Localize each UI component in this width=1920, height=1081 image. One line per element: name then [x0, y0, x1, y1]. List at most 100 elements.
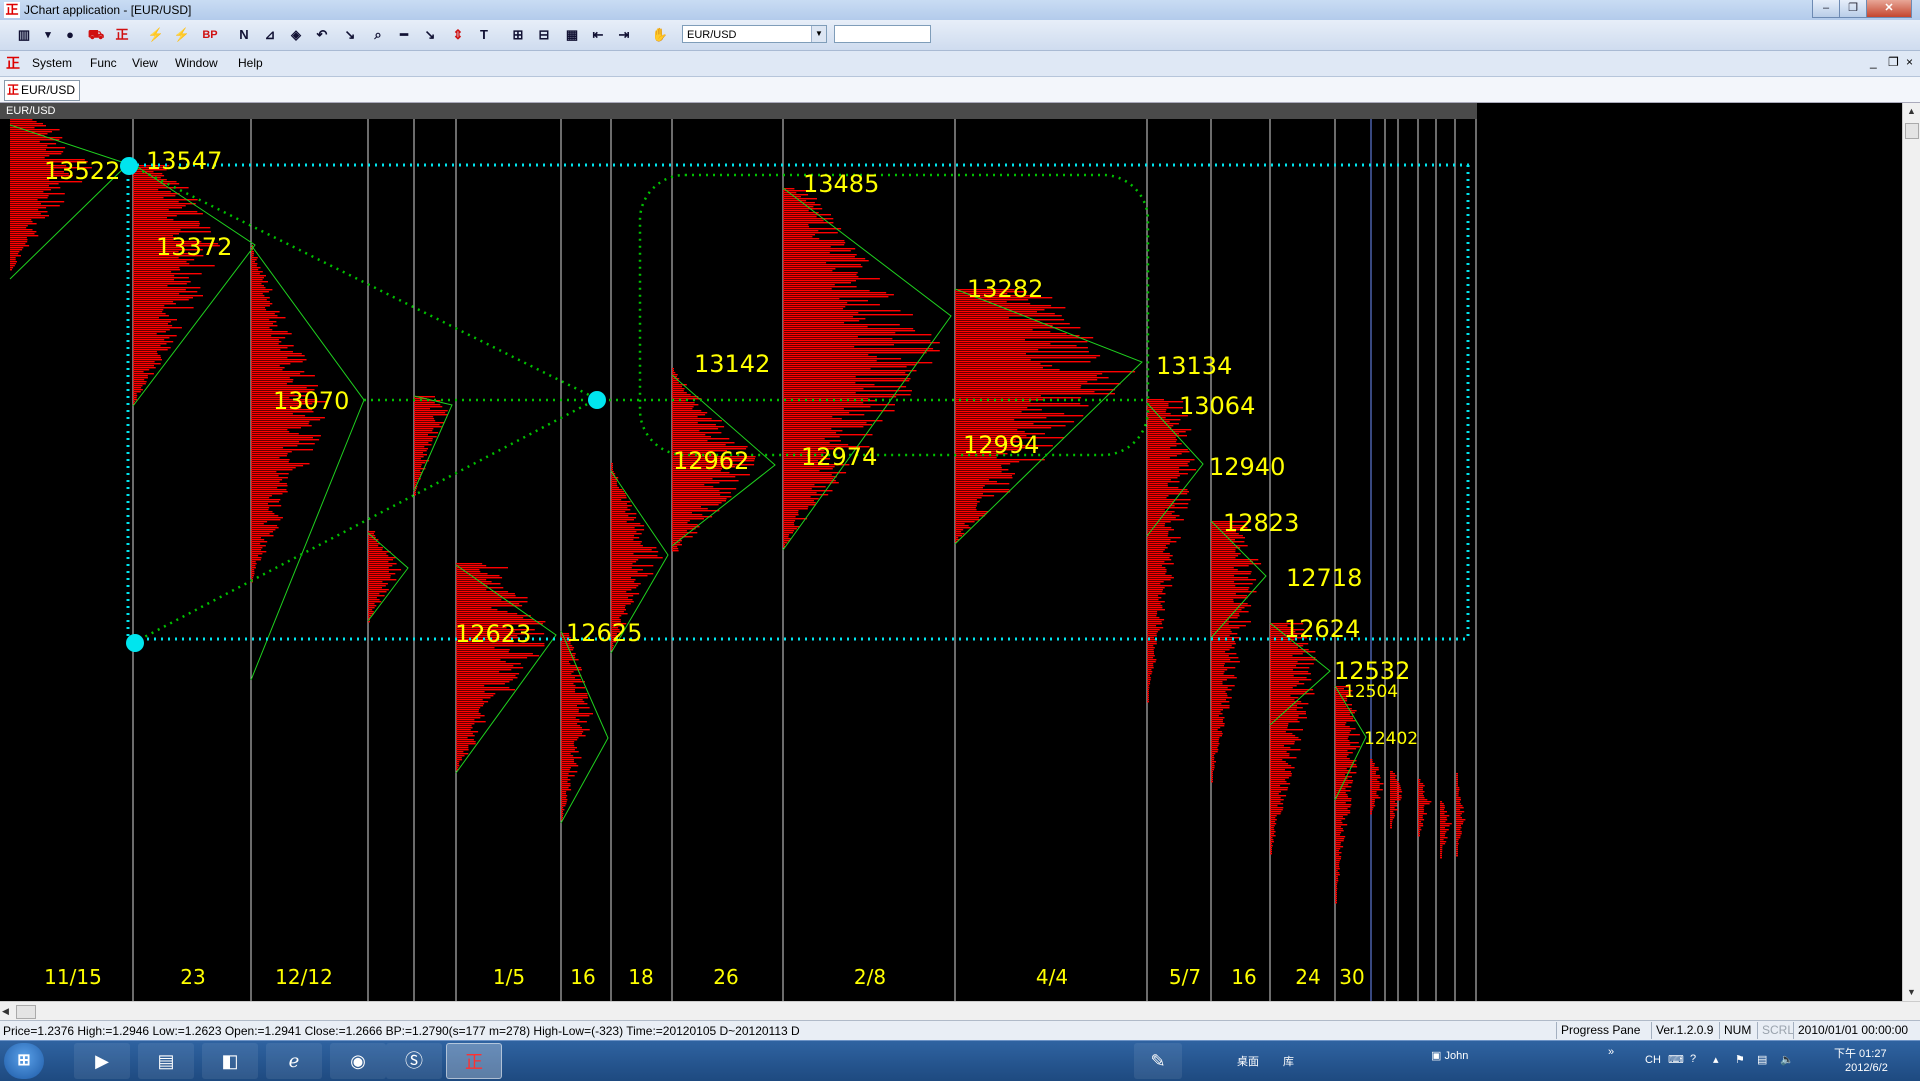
draw-tool-icon[interactable]: ⊿	[260, 25, 280, 45]
pen-icon[interactable]: ✎	[1134, 1043, 1182, 1079]
zoom-icon[interactable]: ⌕	[368, 25, 388, 45]
text-tool-button[interactable]: T	[474, 25, 494, 45]
explorer-icon[interactable]: ▤	[138, 1043, 194, 1079]
histogram-bar	[611, 485, 618, 487]
histogram-bar	[1335, 774, 1346, 776]
skype-icon[interactable]: Ⓢ	[386, 1043, 442, 1079]
chrome-icon[interactable]: ◉	[330, 1043, 386, 1079]
jchart-logo-icon[interactable]: 正	[112, 25, 132, 45]
trend-line-icon[interactable]: ↘	[420, 25, 440, 45]
arrow-updown-icon[interactable]: ⇕	[448, 25, 468, 45]
histogram-bar	[251, 315, 278, 317]
bp-button[interactable]: BP	[200, 25, 220, 45]
minimize-button[interactable]: –	[1812, 0, 1840, 18]
price-label: 13547	[146, 147, 222, 175]
ie-icon[interactable]: ℯ	[266, 1043, 322, 1079]
histogram-bar	[1147, 575, 1172, 577]
scroll-right-icon[interactable]: ⇥	[614, 25, 634, 45]
user-folder[interactable]: ▣ John	[1431, 1049, 1468, 1062]
toolbar-input[interactable]	[834, 25, 931, 43]
histogram-bar	[1211, 761, 1216, 763]
histogram-bar	[1211, 737, 1220, 739]
histogram-bar	[10, 265, 15, 267]
histogram-bar	[1147, 461, 1190, 463]
menu-view[interactable]: View	[132, 56, 158, 70]
histogram-bar	[133, 361, 155, 363]
undo-icon[interactable]: ↶	[312, 25, 332, 45]
horizontal-line-icon[interactable]: ━	[394, 25, 414, 45]
library-toolbar[interactable]: 库	[1283, 1053, 1294, 1069]
vertical-scrollbar[interactable]: ▲ ▼	[1902, 103, 1920, 1001]
menu-window[interactable]: Window	[175, 56, 218, 70]
histogram-bar	[1147, 565, 1162, 567]
histogram-bar	[955, 511, 989, 513]
app-icon[interactable]: ◧	[202, 1043, 258, 1079]
mdi-restore-button[interactable]: ❐	[1888, 55, 1899, 69]
language-indicator[interactable]: CH	[1645, 1054, 1661, 1066]
horizontal-scroll-thumb[interactable]	[16, 1005, 36, 1019]
chevron-icon[interactable]: »	[1608, 1046, 1614, 1058]
menu-system[interactable]: System	[32, 56, 72, 70]
histogram-bar	[414, 472, 423, 474]
flag-icon[interactable]: ⚑	[1735, 1053, 1745, 1066]
record-icon[interactable]: ●	[60, 25, 80, 45]
histogram-bar	[783, 236, 813, 238]
n-button[interactable]: N	[234, 25, 254, 45]
scroll-thumb[interactable]	[1905, 123, 1919, 139]
zoom-out-icon[interactable]: ⊟	[534, 25, 554, 45]
flash-yellow-icon[interactable]: ⚡	[146, 25, 166, 45]
hand-icon[interactable]: ✋	[650, 25, 670, 45]
histogram-bar	[251, 567, 256, 569]
horizontal-scrollbar[interactable]: ◀	[0, 1001, 1920, 1020]
histogram-bar	[368, 575, 391, 577]
histogram-bar	[251, 415, 306, 417]
histogram-bar	[1335, 836, 1346, 838]
help-icon[interactable]: ?	[1690, 1053, 1696, 1065]
symbol-select[interactable]: EUR/USD ▼	[682, 25, 827, 43]
scroll-left-arrow-icon[interactable]: ◀	[2, 1002, 9, 1020]
mdi-close-button[interactable]: ×	[1906, 55, 1913, 69]
histogram-bar	[561, 715, 590, 717]
grid-icon[interactable]: ▦	[562, 25, 582, 45]
jchart-task-icon[interactable]: 正	[446, 1043, 502, 1079]
tray-arrow-icon[interactable]: ▴	[1713, 1053, 1719, 1066]
desktop-toolbar[interactable]: 桌面	[1237, 1053, 1259, 1069]
mdi-minimize-button[interactable]: _	[1870, 55, 1877, 69]
dropdown-arrow-icon[interactable]: ▾	[38, 25, 58, 45]
tab-eurusd[interactable]: 正 EUR/USD	[4, 80, 81, 101]
menu-help[interactable]: Help	[238, 56, 263, 70]
close-button[interactable]: ✕	[1866, 0, 1912, 18]
histogram-bar	[672, 412, 708, 414]
media-player-icon[interactable]: ▶	[74, 1043, 130, 1079]
scroll-down-icon[interactable]: ▼	[1903, 984, 1920, 1001]
car-icon[interactable]: ⛟	[86, 25, 106, 45]
zoom-in-icon[interactable]: ⊞	[508, 25, 528, 45]
cursor-icon[interactable]: ↘	[340, 25, 360, 45]
histogram-bar	[251, 267, 261, 269]
histogram-bar	[456, 707, 481, 709]
tray-time[interactable]: 下午 01:27	[1834, 1045, 1887, 1061]
histogram-bar	[1370, 765, 1375, 767]
histogram-bar	[672, 536, 693, 538]
market-profile-chart[interactable]: 13640 13522 13547 13372 13070 13485 1328…	[0, 103, 1902, 1001]
flash-red-icon[interactable]: ⚡	[172, 25, 192, 45]
histogram-bar	[1270, 765, 1292, 767]
maximize-button[interactable]: ❐	[1839, 0, 1867, 18]
start-button[interactable]: ⊞	[4, 1043, 44, 1079]
histogram-bar	[133, 373, 154, 375]
histogram-bar	[1147, 419, 1181, 421]
menu-func[interactable]: Func	[90, 56, 117, 70]
tray-date[interactable]: 2012/6/2	[1845, 1062, 1888, 1074]
histogram-bar	[1418, 809, 1425, 811]
chevron-down-icon[interactable]: ▼	[811, 26, 826, 42]
keyboard-icon[interactable]: ⌨	[1668, 1053, 1684, 1066]
volume-icon[interactable]: 🔈	[1780, 1053, 1794, 1066]
scroll-left-icon[interactable]: ⇤	[588, 25, 608, 45]
scroll-up-icon[interactable]: ▲	[1903, 103, 1920, 120]
bar-chart-icon[interactable]: ▥	[14, 25, 34, 45]
histogram-bar	[251, 513, 275, 515]
histogram-bar	[251, 471, 277, 473]
histogram-bar	[561, 763, 577, 765]
network-icon[interactable]: ▤	[1757, 1053, 1767, 1066]
cube-icon[interactable]: ◈	[286, 25, 306, 45]
